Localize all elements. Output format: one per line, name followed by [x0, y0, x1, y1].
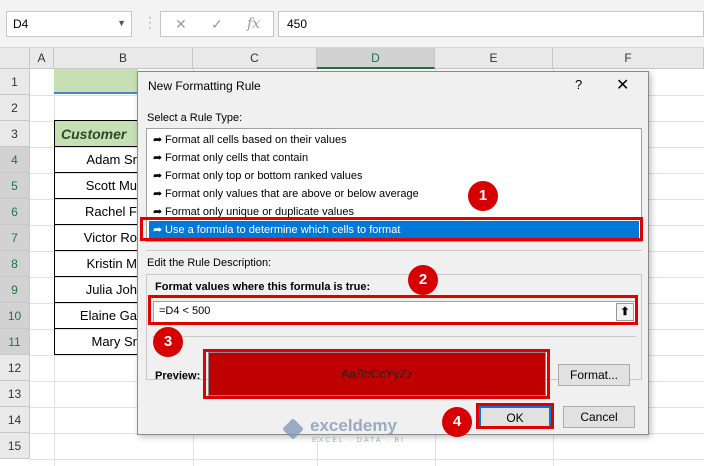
column-header-b[interactable]: B — [54, 48, 193, 69]
row-header-12[interactable]: 12 — [0, 355, 30, 381]
row-header-3[interactable]: 3 — [0, 121, 30, 147]
row-header-2[interactable]: 2 — [0, 95, 30, 121]
customer-header-cell[interactable]: Customer — [54, 120, 138, 147]
formula-bar: D4 ▼ ⋮ ✕ ✓ fx 450 — [0, 0, 704, 48]
cancel-button[interactable]: Cancel — [563, 406, 635, 428]
step-badge-1: 1 — [468, 181, 498, 211]
rule-type-item[interactable]: ➦ Format only top or bottom ranked values — [149, 167, 639, 185]
format-button[interactable]: Format... — [558, 364, 630, 386]
column-header-d[interactable]: D — [317, 48, 435, 69]
column-header-a[interactable]: A — [30, 48, 54, 69]
cancel-icon[interactable]: ✕ — [175, 16, 187, 33]
select-rule-type-label: Select a Rule Type: — [147, 112, 243, 124]
edit-rule-description-label: Edit the Rule Description: — [147, 257, 272, 269]
name-box-value: D4 — [13, 17, 29, 31]
preview-label: Preview: — [155, 370, 201, 382]
step-badge-2: 2 — [408, 265, 438, 295]
row-header-1[interactable]: 1 — [0, 69, 30, 95]
row-header-8[interactable]: 8 — [0, 251, 30, 277]
arrow-icon: ➦ — [153, 152, 163, 164]
divider — [152, 336, 636, 337]
check-icon[interactable]: ✓ — [211, 16, 223, 33]
chevron-down-icon[interactable]: ▼ — [117, 18, 126, 28]
row-header-10[interactable]: 10 — [0, 303, 30, 329]
highlight-box — [140, 217, 643, 241]
name-cell[interactable]: Adam Sr — [54, 147, 138, 173]
row-header-5[interactable]: 5 — [0, 173, 30, 199]
rule-type-item[interactable]: ➦ Format only values that are above or be… — [149, 185, 639, 203]
row-header-9[interactable]: 9 — [0, 277, 30, 303]
rule-type-item[interactable]: ➦ Format only cells that contain — [149, 149, 639, 167]
highlight-box — [476, 403, 554, 429]
rule-type-label: Format only values that are above or bel… — [165, 188, 419, 200]
separator-icon: ⋮ — [143, 14, 157, 30]
step-badge-4: 4 — [442, 407, 472, 437]
row-header-13[interactable]: 13 — [0, 381, 30, 407]
row-header-11[interactable]: 11 — [0, 329, 30, 355]
name-cell[interactable]: Mary Sr — [54, 329, 138, 355]
highlight-box — [148, 295, 638, 325]
row-header-4[interactable]: 4 — [0, 147, 30, 173]
name-cell[interactable]: Rachel F — [54, 199, 138, 225]
arrow-icon: ➦ — [153, 188, 163, 200]
divider — [146, 250, 642, 251]
row-header-14[interactable]: 14 — [0, 407, 30, 433]
name-cell[interactable]: Kristin M — [54, 251, 138, 277]
arrow-icon: ➦ — [153, 134, 163, 146]
rule-type-item[interactable]: ➦ Format all cells based on their values — [149, 131, 639, 149]
formula-label: Format values where this formula is true… — [155, 281, 371, 293]
watermark-name: exceldemy — [310, 416, 397, 435]
step-badge-3: 3 — [153, 327, 183, 357]
row-header-6[interactable]: 6 — [0, 199, 30, 225]
column-header-f[interactable]: F — [553, 48, 704, 69]
gridline — [30, 459, 704, 460]
dialog-title: New Formatting Rule — [148, 79, 261, 93]
name-box[interactable]: D4 ▼ — [6, 11, 132, 37]
watermark-tagline: EXCEL · DATA · BI — [312, 437, 405, 444]
title-band[interactable] — [54, 69, 138, 94]
formula-input[interactable]: 450 — [278, 11, 704, 37]
column-header-e[interactable]: E — [435, 48, 553, 69]
formula-bar-icons: ✕ ✓ fx — [160, 11, 274, 37]
column-header-c[interactable]: C — [193, 48, 317, 69]
name-cell[interactable]: Julia Joh — [54, 277, 138, 303]
select-all-corner[interactable] — [0, 48, 30, 69]
row-header-15[interactable]: 15 — [0, 433, 30, 459]
rule-type-label: Format only cells that contain — [165, 152, 309, 164]
name-cell[interactable]: Scott Mu — [54, 173, 138, 199]
fx-icon[interactable]: fx — [247, 16, 260, 32]
close-icon[interactable]: ✕ — [616, 75, 629, 95]
rule-type-label: Format all cells based on their values — [165, 134, 347, 146]
arrow-icon: ➦ — [153, 170, 163, 182]
rule-type-label: Format only top or bottom ranked values — [165, 170, 363, 182]
row-header-7[interactable]: 7 — [0, 225, 30, 251]
help-icon[interactable]: ? — [575, 77, 582, 92]
highlight-box — [203, 349, 550, 399]
name-cell[interactable]: Victor Ro — [54, 225, 138, 251]
name-cell[interactable]: Elaine Ga — [54, 303, 138, 329]
